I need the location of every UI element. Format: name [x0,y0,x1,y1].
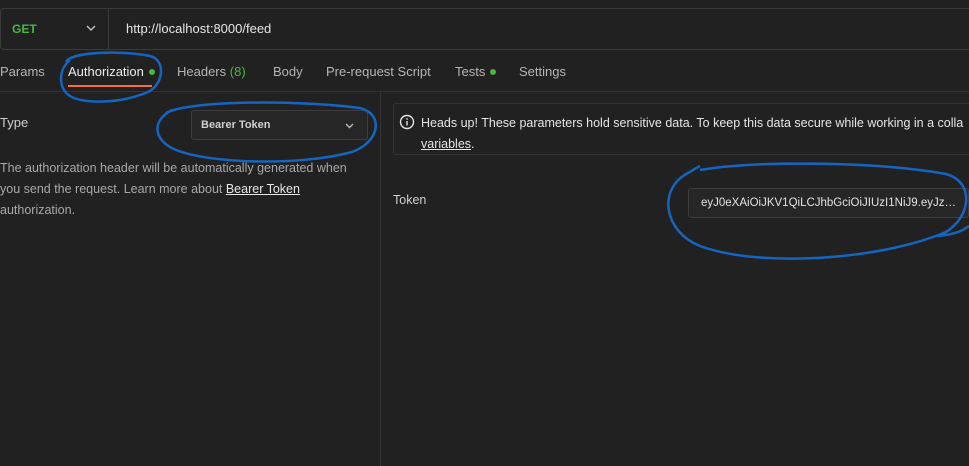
auth-description-suffix: authorization. [0,203,76,217]
tab-label: Headers [177,64,227,79]
tab-headers[interactable]: Headers (8) [177,64,246,79]
notice-suffix: . [471,137,475,151]
token-value: eyJ0eXAiOiJKV1QiLCJhbGciOiJIUzI1NiJ9.eyJ… [701,197,959,209]
tab-pre-request-script[interactable]: Pre-request Script [326,64,431,79]
active-tab-indicator [68,85,152,87]
request-url-bar: GET http://localhost:8000/feed [0,8,969,50]
tab-body[interactable]: Body [273,64,303,79]
sensitive-data-notice: Heads up! These parameters hold sensitiv… [393,103,969,155]
tab-label: Settings [519,64,566,79]
info-icon [399,114,415,130]
chevron-down-icon [86,25,96,32]
tab-label: Pre-request Script [326,64,431,79]
tab-label: Tests [455,64,486,79]
url-input[interactable]: http://localhost:8000/feed [126,21,271,36]
tab-label: Authorization [68,64,144,79]
request-tabs: Params Authorization Headers (8) Body Pr… [0,64,969,90]
tab-settings[interactable]: Settings [519,64,566,79]
token-input[interactable]: eyJ0eXAiOiJKV1QiLCJhbGciOiJIUzI1NiJ9.eyJ… [688,188,969,218]
variables-link[interactable]: variables [421,137,471,151]
chevron-down-icon [345,123,354,129]
notice-text: Heads up! These parameters hold sensitiv… [421,113,969,155]
tab-tests[interactable]: Tests [455,64,497,79]
auth-type-select[interactable]: Bearer Token [191,110,368,140]
status-dot-icon [148,68,155,75]
tabs-divider [0,91,969,92]
tab-authorization[interactable]: Authorization [68,64,155,79]
method-label: GET [12,22,37,36]
auth-description: The authorization header will be automat… [0,158,370,221]
method-select[interactable]: GET [1,9,109,49]
tab-params[interactable]: Params [0,64,45,79]
status-dot-icon [490,68,497,75]
tab-count: (8) [229,64,246,79]
panel-divider[interactable] [380,92,381,466]
auth-type-value: Bearer Token [201,119,271,131]
token-label: Token [393,193,427,207]
bearer-token-link[interactable]: Bearer Token [226,182,300,196]
auth-type-label: Type [0,115,29,130]
notice-message: Heads up! These parameters hold sensitiv… [421,116,964,130]
tab-label: Body [273,64,303,79]
tab-label: Params [0,64,45,79]
